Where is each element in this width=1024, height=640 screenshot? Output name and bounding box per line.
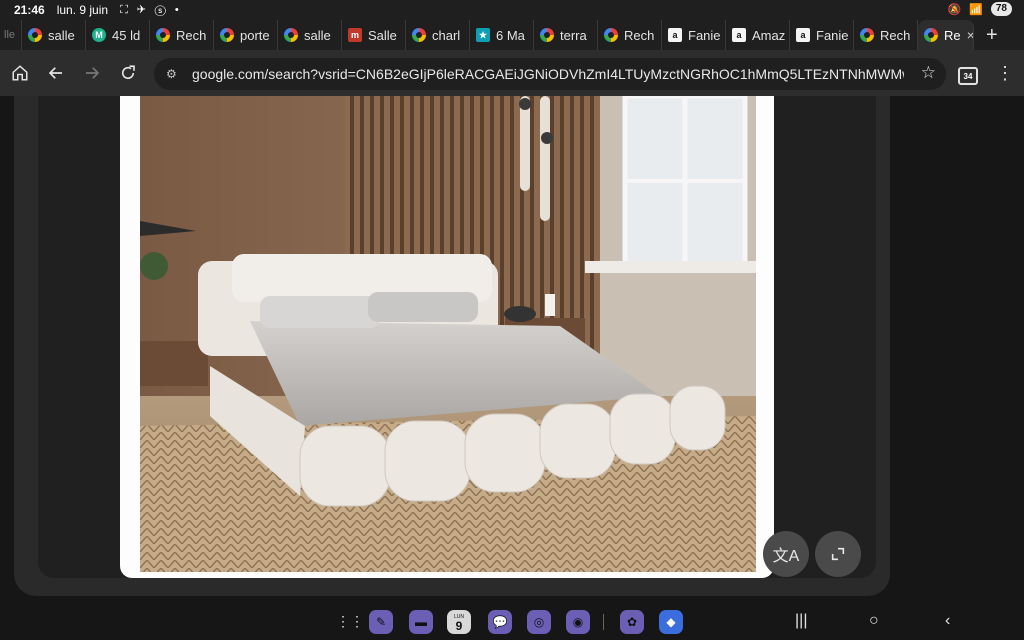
system-nav-bar: ⋮⋮⋮ ✎ ▬ LUN 9 💬 ◎ ◉ ✿ ◆ ||| ○ ‹ xyxy=(0,606,1024,640)
tab-5[interactable]: m Salle xyxy=(342,20,406,50)
tab-favicon-icon: a xyxy=(732,28,746,42)
tab-favicon-icon xyxy=(412,28,426,42)
translate-button[interactable]: 文A xyxy=(763,531,809,577)
calendar-app-icon[interactable]: LUN 9 xyxy=(447,610,471,634)
tab-favicon-icon: a xyxy=(668,28,682,42)
tab-favicon-icon: M xyxy=(92,28,106,42)
tab-label: Salle xyxy=(368,27,397,43)
wifi-icon: 📶 xyxy=(969,3,983,16)
notes-app-icon[interactable]: ✎ xyxy=(369,610,393,634)
browser-toolbar: ⚙ google.com/search?vsrid=CN6B2eGIjP6leR… xyxy=(0,50,1024,96)
tab-0[interactable]: salle xyxy=(22,20,86,50)
expand-icon xyxy=(831,547,845,561)
tab-label: Re xyxy=(944,27,961,43)
tab-7[interactable]: ★ 6 Ma xyxy=(470,20,534,50)
status-bar: 21:46 lun. 9 juin ⛶ ✈ ⓢ • 🔕 📶 78 xyxy=(0,0,1024,20)
tab-12[interactable]: a Fanie xyxy=(790,20,854,50)
fullscreen-button[interactable] xyxy=(815,531,861,577)
tab-label: salle xyxy=(304,27,331,43)
tab-11[interactable]: a Amaz xyxy=(726,20,790,50)
tab-favicon-icon: ★ xyxy=(476,28,490,42)
date: lun. 9 juin xyxy=(56,3,109,17)
back-icon[interactable] xyxy=(38,55,74,91)
tab-favicon-icon xyxy=(220,28,234,42)
close-tab-icon[interactable]: × xyxy=(967,27,973,43)
tab-favicon-icon xyxy=(540,28,554,42)
tab-13[interactable]: Rech xyxy=(854,20,918,50)
tab-overflow-left[interactable]: lle xyxy=(0,20,22,50)
new-tab-button[interactable]: + xyxy=(986,24,998,47)
reload-icon[interactable] xyxy=(110,55,146,91)
dock-divider xyxy=(603,614,604,630)
more-menu-icon[interactable]: ⋮ xyxy=(996,63,1014,84)
recents-button[interactable]: ||| xyxy=(795,612,807,630)
home-icon[interactable] xyxy=(2,55,38,91)
tab-switcher-button[interactable]: 34 xyxy=(958,67,978,85)
site-settings-icon[interactable]: ⚙ xyxy=(166,67,180,81)
mute-icon: 🔕 xyxy=(947,3,962,16)
tab-label: Rech xyxy=(176,27,207,43)
tab-2[interactable]: Rech xyxy=(150,20,214,50)
tab-favicon-icon xyxy=(604,28,618,42)
tab-10[interactable]: a Fanie xyxy=(662,20,726,50)
tab-favicon-icon xyxy=(28,28,42,42)
tab-favicon-icon xyxy=(156,28,170,42)
page-content: 文A xyxy=(0,96,1024,606)
tab-label: Rech xyxy=(624,27,655,43)
tab-label: 6 Ma xyxy=(496,27,525,43)
browser-app-icon[interactable]: ◎ xyxy=(527,610,551,634)
address-bar[interactable]: ⚙ google.com/search?vsrid=CN6B2eGIjP6leR… xyxy=(154,58,946,90)
url-text[interactable]: google.com/search?vsrid=CN6B2eGIjP6leRAC… xyxy=(192,66,904,82)
tab-9[interactable]: Rech xyxy=(598,20,662,50)
tab-4[interactable]: salle xyxy=(278,20,342,50)
tab-favicon-icon: a xyxy=(796,28,810,42)
forward-icon[interactable] xyxy=(74,55,110,91)
translate-icon: 文A xyxy=(772,548,800,565)
tab-label: 45 ld xyxy=(112,27,141,43)
back-button[interactable]: ‹ xyxy=(945,612,950,630)
tab-favicon-icon xyxy=(924,28,938,42)
tab-label: porte xyxy=(240,27,270,43)
battery-level: 78 xyxy=(990,2,1012,16)
home-button[interactable]: ○ xyxy=(869,612,879,630)
roblox-app-icon[interactable]: ◆ xyxy=(659,610,683,634)
tab-label: Rech xyxy=(880,27,911,43)
tab-6[interactable]: charl xyxy=(406,20,470,50)
tab-favicon-icon: m xyxy=(348,28,362,42)
camera-app-icon[interactable]: ◉ xyxy=(566,610,590,634)
tab-1[interactable]: M 45 ld xyxy=(86,20,150,50)
clock: 21:46 xyxy=(14,3,45,17)
tab-strip: lle salle M 45 ld Rech porte salle m Salle charl… xyxy=(0,20,1024,50)
tab-label: terra xyxy=(560,27,587,43)
tab-favicon-icon xyxy=(860,28,874,42)
tab-3[interactable]: porte xyxy=(214,20,278,50)
bookmark-star-icon[interactable]: ☆ xyxy=(921,63,936,83)
tab-14[interactable]: Re × xyxy=(918,20,974,50)
gallery-app-icon[interactable]: ✿ xyxy=(620,610,644,634)
tab-label: salle xyxy=(48,27,75,43)
tab-label: charl xyxy=(432,27,461,43)
tab-label: Amaz xyxy=(752,27,786,43)
tab-8[interactable]: terra xyxy=(534,20,598,50)
tab-label: Fanie xyxy=(688,27,721,43)
messages-app-icon[interactable]: 💬 xyxy=(488,610,512,634)
tab-favicon-icon xyxy=(284,28,298,42)
notification-icons: ⛶ ✈ ⓢ • xyxy=(120,3,182,16)
bedroom-image[interactable] xyxy=(140,96,756,572)
files-app-icon[interactable]: ▬ xyxy=(409,610,433,634)
tab-label: Fanie xyxy=(816,27,849,43)
